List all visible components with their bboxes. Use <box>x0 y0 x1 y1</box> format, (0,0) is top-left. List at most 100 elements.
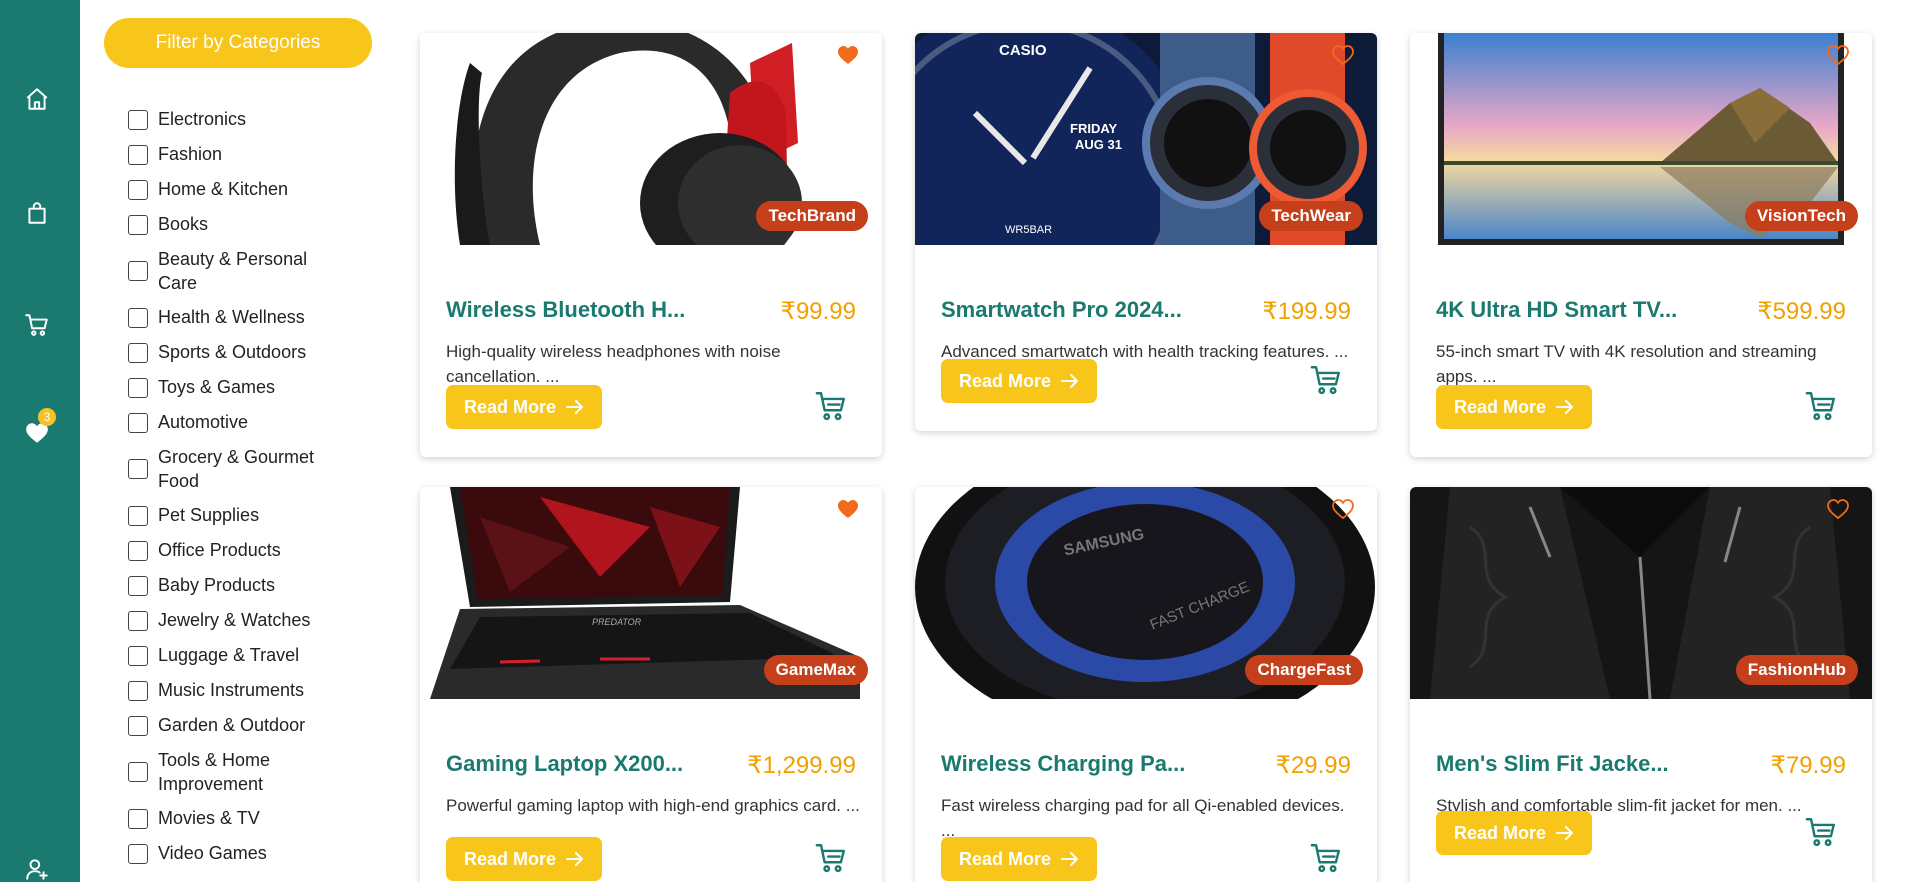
product-price: ₹199.99 <box>1262 298 1351 325</box>
category-checkbox[interactable] <box>128 645 148 666</box>
category-checkbox[interactable] <box>128 377 148 398</box>
category-checkbox[interactable] <box>128 808 148 829</box>
category-checkbox[interactable] <box>128 109 148 130</box>
product-image[interactable]: FashionHub <box>1410 487 1872 699</box>
category-item[interactable]: Video Games <box>128 836 348 871</box>
home-button[interactable] <box>20 82 54 116</box>
cart-icon[interactable] <box>1804 815 1838 849</box>
product-title[interactable]: Wireless Bluetooth H... <box>446 297 685 323</box>
category-checkbox[interactable] <box>128 412 148 433</box>
read-more-button[interactable]: Read More <box>446 837 603 881</box>
product-title[interactable]: Smartwatch Pro 2024... <box>941 297 1182 323</box>
brand-badge: FashionHub <box>1735 655 1858 685</box>
product-card: FashionHub Men's Slim Fit Jacke... ₹79.9… <box>1410 487 1872 882</box>
read-more-button[interactable]: Read More <box>941 359 1098 403</box>
product-title[interactable]: Wireless Charging Pa... <box>941 751 1185 777</box>
category-item[interactable]: Health & Wellness <box>128 300 348 335</box>
cart-icon[interactable] <box>1309 841 1343 875</box>
category-label: Baby Products <box>158 575 276 595</box>
cart-icon[interactable] <box>1804 389 1838 423</box>
category-item[interactable]: Music Instruments <box>128 673 348 708</box>
heart-icon[interactable] <box>1826 43 1850 67</box>
category-checkbox[interactable] <box>128 505 148 526</box>
heart-icon[interactable] <box>1331 43 1355 67</box>
shopping-bag-icon <box>28 202 46 224</box>
read-more-button[interactable]: Read More <box>1436 385 1593 429</box>
category-checkbox[interactable] <box>128 540 148 561</box>
product-image[interactable]: CASIO FRIDAY AUG 31 WR5BAR TechWear <box>915 33 1377 245</box>
cart-icon[interactable] <box>814 841 848 875</box>
account-button[interactable] <box>20 852 54 882</box>
category-checkbox[interactable] <box>128 342 148 363</box>
product-price: ₹29.99 <box>1275 752 1351 779</box>
category-checkbox[interactable] <box>128 459 148 479</box>
category-label: Pet Supplies <box>158 505 260 525</box>
category-label: Fashion <box>158 144 223 164</box>
category-item[interactable]: Sports & Outdoors <box>128 335 348 370</box>
brand-badge: TechWear <box>1259 201 1363 231</box>
category-checkbox[interactable] <box>128 843 148 864</box>
category-checkbox[interactable] <box>128 307 148 328</box>
category-item[interactable]: Toys & Games <box>128 370 348 405</box>
category-checkbox[interactable] <box>128 179 148 200</box>
category-checkbox[interactable] <box>128 214 148 235</box>
category-item[interactable]: Movies & TV <box>128 801 348 836</box>
category-checkbox[interactable] <box>128 610 148 631</box>
category-item[interactable]: Office Products <box>128 533 348 568</box>
product-image[interactable]: SAMSUNG FAST CHARGE ChargeFast <box>915 487 1377 699</box>
category-item[interactable]: Baby Products <box>128 568 348 603</box>
laptop-logo: PREDATOR <box>592 617 642 627</box>
cart-icon[interactable] <box>1309 363 1343 397</box>
cart-icon[interactable] <box>814 389 848 423</box>
category-label: Sports & Outdoors <box>158 342 307 362</box>
product-description: Fast wireless charging pad for all Qi-en… <box>941 796 1345 840</box>
read-more-label: Read More <box>959 848 1052 869</box>
product-image[interactable]: VisionTech <box>1410 33 1872 245</box>
read-more-button[interactable]: Read More <box>446 385 603 429</box>
read-more-button[interactable]: Read More <box>1436 811 1593 855</box>
category-label: Movies & TV <box>158 808 260 828</box>
category-item[interactable]: Jewelry & Watches <box>128 603 348 638</box>
category-item[interactable]: Pet Supplies <box>128 498 348 533</box>
category-item[interactable]: Electronics <box>128 102 348 137</box>
product-image[interactable]: PREDATOR GameMax <box>420 487 882 699</box>
product-title[interactable]: Men's Slim Fit Jacke... <box>1436 751 1669 777</box>
arrow-right-icon <box>566 852 584 866</box>
category-checkbox[interactable] <box>128 762 148 782</box>
category-sidebar: Filter by Categories Electronics Fashion… <box>80 0 390 882</box>
read-more-label: Read More <box>1454 822 1547 843</box>
product-image[interactable]: TechBrand <box>420 33 882 245</box>
category-checkbox[interactable] <box>128 575 148 596</box>
heart-icon[interactable] <box>1826 497 1850 521</box>
heart-icon[interactable] <box>836 43 860 67</box>
add-user-icon <box>26 859 48 880</box>
category-item[interactable]: Garden & Outdoor <box>128 708 348 743</box>
category-checkbox[interactable] <box>128 144 148 165</box>
cart-button[interactable] <box>20 308 54 342</box>
category-item[interactable]: Fashion <box>128 137 348 172</box>
category-label: Video Games <box>158 843 267 863</box>
product-price: ₹599.99 <box>1757 298 1846 325</box>
category-label: Luggage & Travel <box>158 645 300 665</box>
heart-icon[interactable] <box>836 497 860 521</box>
product-title[interactable]: Gaming Laptop X200... <box>446 751 683 777</box>
wishlist-button[interactable]: 3 <box>20 408 56 450</box>
category-item[interactable]: Books <box>128 207 348 242</box>
brand-badge: TechBrand <box>756 201 868 231</box>
orders-button[interactable] <box>20 196 54 230</box>
category-label: Books <box>158 214 209 234</box>
category-item[interactable]: Tools & Home Improvement <box>128 743 348 801</box>
category-item[interactable]: Grocery & Gourmet Food <box>128 440 348 498</box>
category-item[interactable]: Automotive <box>128 405 348 440</box>
heart-icon[interactable] <box>1331 497 1355 521</box>
category-item[interactable]: Luggage & Travel <box>128 638 348 673</box>
category-item[interactable]: Home & Kitchen <box>128 172 348 207</box>
product-card: TechBrand Wireless Bluetooth H... ₹99.99… <box>420 33 882 457</box>
category-checkbox[interactable] <box>128 261 148 281</box>
read-more-button[interactable]: Read More <box>941 837 1098 881</box>
filter-by-categories-button[interactable]: Filter by Categories <box>104 18 372 68</box>
category-checkbox[interactable] <box>128 715 148 736</box>
product-title[interactable]: 4K Ultra HD Smart TV... <box>1436 297 1677 323</box>
category-item[interactable]: Beauty & Personal Care <box>128 242 348 300</box>
category-checkbox[interactable] <box>128 680 148 701</box>
